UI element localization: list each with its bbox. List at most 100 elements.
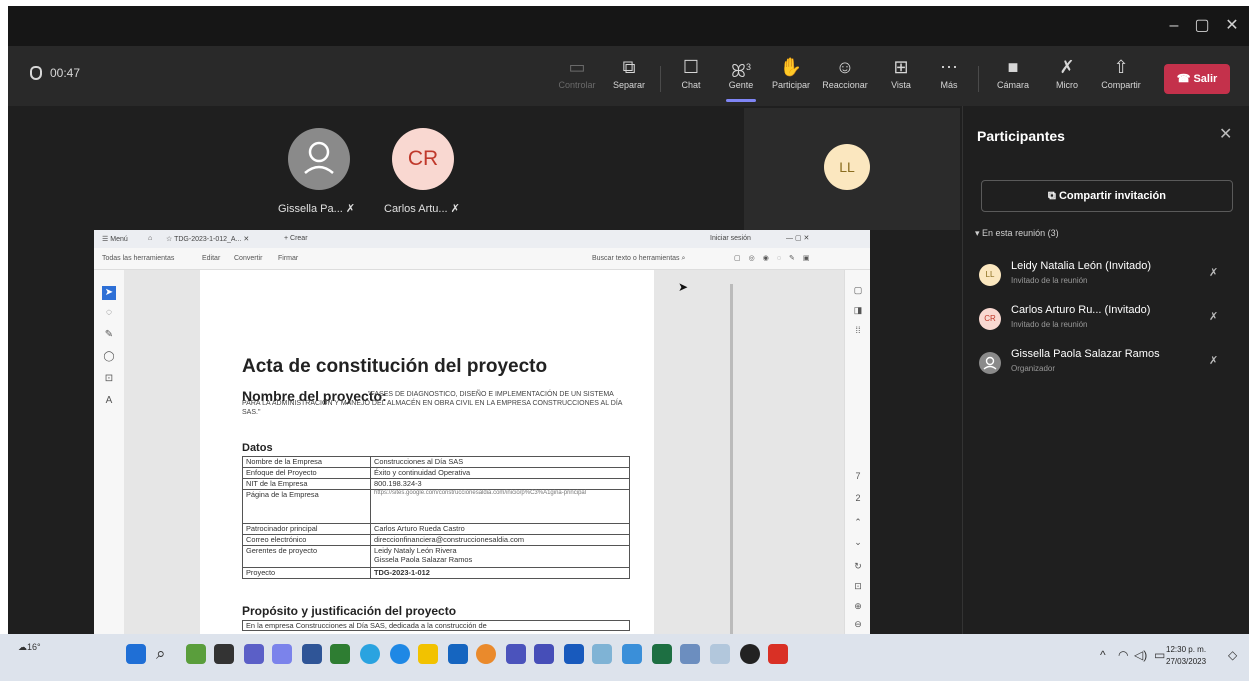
edit-menu[interactable]: Editar [202, 255, 220, 262]
teams-icon[interactable] [272, 644, 292, 664]
edge-icon[interactable] [360, 644, 380, 664]
app-icon[interactable] [710, 644, 730, 664]
page-down-icon[interactable]: ⌄ [852, 536, 864, 548]
word-icon[interactable] [564, 644, 584, 664]
participant-row[interactable]: LL Leidy Natalia León (Invitado) Invitad… [979, 260, 1237, 300]
react-button[interactable]: ☺ Reaccionar [818, 54, 872, 100]
convert-menu[interactable]: Convertir [234, 255, 262, 262]
participant-row[interactable]: Gissella Paola Salazar Ramos Organizador… [979, 348, 1237, 388]
battery-icon[interactable]: ▭ [1154, 648, 1165, 662]
shield-icon [30, 66, 42, 80]
sign-menu[interactable]: Firmar [278, 255, 298, 262]
minimize-icon[interactable]: – [1162, 14, 1186, 38]
mic-button[interactable]: ✗ Micro [1040, 54, 1094, 100]
tray-chevron-icon[interactable]: ^ [1100, 648, 1106, 662]
view-button[interactable]: ⊞ Vista [874, 54, 928, 100]
widgets-icon[interactable] [186, 644, 206, 664]
zoom-out-icon[interactable]: ⊖ [852, 618, 864, 630]
mic-off-icon: ✗ [1059, 57, 1075, 77]
mail-icon[interactable] [448, 644, 468, 664]
signin-link[interactable]: Iniciar sesión [710, 235, 751, 242]
mic-off-icon: ✗ [1209, 267, 1219, 279]
browser-icon[interactable] [390, 644, 410, 664]
start-button[interactable] [126, 644, 146, 664]
menu-button[interactable]: ☰ Menú [102, 235, 128, 243]
pdf-quick-tools[interactable]: ▢◎◉◌✎▣ [734, 254, 817, 262]
select-tool-icon[interactable]: ➤ [102, 286, 116, 300]
teams-work-icon[interactable] [506, 644, 526, 664]
table-row: NIT de la Empresa 800.198.324-3 [242, 478, 630, 490]
teams-meeting-icon[interactable] [534, 644, 554, 664]
control-button[interactable]: ▭ Controlar [550, 54, 604, 100]
bookmark-panel-icon[interactable]: ◨ [852, 304, 864, 316]
leave-button[interactable]: ☎ Salir [1164, 64, 1230, 94]
file-explorer-icon[interactable] [418, 644, 438, 664]
gissella-avatar [288, 128, 350, 190]
chat-button[interactable]: ☐ Chat [664, 54, 718, 100]
share-icon: ⇧ [1113, 57, 1129, 77]
thumbnail-panel-icon[interactable]: ⁞⁞ [852, 324, 864, 336]
teams-window: – ▢ ✕ 00:47 ▭ Controlar ⧉ Separar ☐ Chat ꕤ3… [8, 6, 1249, 634]
comment-tool-icon[interactable]: ◌ [102, 306, 116, 320]
store-icon[interactable] [302, 644, 322, 664]
share-button[interactable]: ⇧ Compartir [1094, 54, 1148, 100]
notification-icon[interactable]: ◇ [1228, 648, 1237, 662]
text-box-tool-icon[interactable]: ⊡ [102, 372, 116, 386]
settings-icon[interactable] [680, 644, 700, 664]
avatar: LL [979, 264, 1001, 286]
raise-hand-button[interactable]: ✋ Participar [764, 54, 818, 100]
home-icon[interactable]: ⌂ [148, 235, 152, 242]
more-button[interactable]: ⋯ Más [922, 54, 976, 100]
pdf-scrollbar[interactable] [730, 284, 733, 634]
wifi-icon[interactable]: ◠ [1118, 648, 1128, 662]
text-tool-icon[interactable]: A [102, 394, 116, 408]
all-tools-menu[interactable]: Todas las herramientas [102, 255, 174, 262]
page-count: 2 [855, 493, 861, 503]
comment-panel-icon[interactable]: ▢ [852, 284, 864, 296]
table-row: Página de la Empresa https://sites.google… [242, 489, 630, 524]
fit-page-icon[interactable]: ⊡ [852, 580, 864, 592]
meeting-toolbar: 00:47 ▭ Controlar ⧉ Separar ☐ Chat ꕤ3 Gente … [8, 46, 1249, 106]
close-icon[interactable]: ✕ [1220, 14, 1244, 38]
excel-icon[interactable] [652, 644, 672, 664]
app-icon[interactable] [622, 644, 642, 664]
purpose-text: En la empresa Construcciones al Día SAS,… [242, 620, 630, 631]
window-controls[interactable]: — ▢ ✕ [786, 234, 809, 242]
notes-icon[interactable] [330, 644, 350, 664]
pop-out-button[interactable]: ⧉ Separar [602, 54, 656, 100]
clock[interactable]: 12:30 p. m. 27/03/2023 [1166, 644, 1206, 668]
search-icon[interactable]: ⌕ [156, 644, 176, 664]
close-icon[interactable]: ✕ [1219, 124, 1232, 144]
teams-chat-icon[interactable] [244, 644, 264, 664]
zoom-in-icon[interactable]: ⊕ [852, 600, 864, 612]
maximize-icon[interactable]: ▢ [1190, 14, 1214, 38]
page-up-icon[interactable]: ⌃ [852, 516, 864, 528]
refresh-icon[interactable]: ↻ [852, 560, 864, 572]
doc-tab[interactable]: ☆ TDG-2023-1-012_A... ✕ [166, 235, 249, 243]
camera-button[interactable]: ■ Cámara [986, 54, 1040, 100]
photos-icon[interactable] [592, 644, 612, 664]
chrome-icon[interactable] [476, 644, 496, 664]
windows-taskbar: ☁16° ⌕ ^ ◠ ◁) ▭ 12:30 p. m. 27/03/2023 ◇ [0, 634, 1249, 681]
chevron-down-icon: ▾ [975, 228, 980, 238]
share-invite-button[interactable]: ⧉ Compartir invitación [981, 180, 1233, 212]
acrobat-icon[interactable] [768, 644, 788, 664]
mic-off-icon: ✗ [345, 203, 356, 215]
lasso-tool-icon[interactable]: ◯ [102, 350, 116, 364]
search-icon: ⌕ [681, 255, 686, 262]
weather-widget[interactable]: ☁16° [18, 642, 41, 653]
in-meeting-section[interactable]: ▾ En esta reunión (3) [975, 228, 1059, 239]
obs-icon[interactable] [740, 644, 760, 664]
new-tab-button[interactable]: + Crear [284, 235, 308, 242]
tile-name-gissella: Gissella Pa... ✗ [278, 203, 356, 215]
task-view-icon[interactable] [214, 644, 234, 664]
participant-row[interactable]: CR Carlos Arturo Ru... (Invitado) Invita… [979, 304, 1237, 344]
pdf-left-tools: ➤ ◌ ✎ ◯ ⊡ A [94, 270, 124, 634]
page-number-field[interactable]: 7 [852, 470, 864, 482]
view-icon: ⊞ [893, 57, 909, 77]
carlos-avatar: CR [392, 128, 454, 190]
volume-icon[interactable]: ◁) [1134, 648, 1147, 662]
pen-tool-icon[interactable]: ✎ [102, 328, 116, 342]
people-button[interactable]: ꕤ3 Gente [714, 54, 768, 102]
pdf-search[interactable]: Buscar texto o herramientas ⌕ [592, 255, 685, 263]
